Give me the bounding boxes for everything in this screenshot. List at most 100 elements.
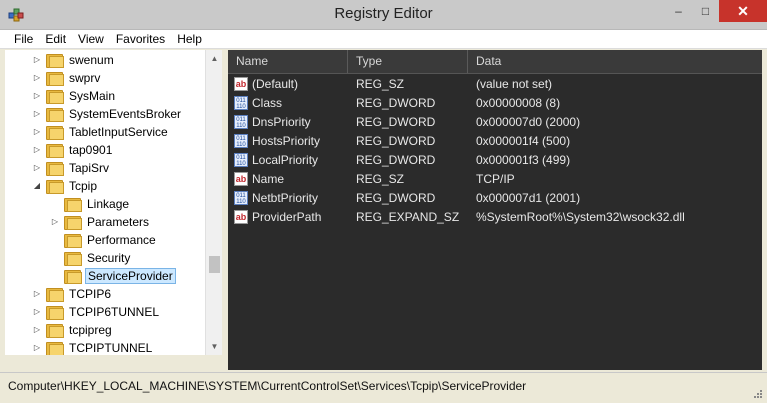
close-button[interactable]: ✕ — [719, 0, 767, 22]
value-data: 0x000001f4 (500) — [476, 134, 571, 148]
minimize-button[interactable]: – — [665, 0, 692, 22]
value-row[interactable]: 011 110 LocalPriority REG_DWORD 0x000001f3 … — [228, 151, 762, 170]
tree-item-sysmain[interactable]: ▷ SysMain — [32, 87, 117, 105]
menu-file[interactable]: File — [8, 30, 39, 48]
expand-arrow-icon[interactable]: ▷ — [32, 145, 42, 155]
tree-item-linkage[interactable]: Linkage — [50, 195, 131, 213]
tree-item-tabletinputservice[interactable]: ▷ TabletInputService — [32, 123, 170, 141]
value-name: Name — [252, 172, 285, 186]
value-name: HostsPriority — [252, 134, 321, 148]
expand-arrow-icon[interactable]: ▷ — [50, 217, 60, 227]
tree-item-label: TapiSrv — [69, 161, 110, 175]
value-row[interactable]: 011 110 HostsPriority REG_DWORD 0x000001f4 … — [228, 132, 762, 151]
folder-icon — [64, 233, 82, 248]
tree-item-tcpip6[interactable]: ▷ TCPIP6 — [32, 285, 113, 303]
menu-edit[interactable]: Edit — [39, 30, 72, 48]
value-type: REG_DWORD — [356, 191, 436, 205]
expand-arrow-icon[interactable]: ▷ — [32, 55, 42, 65]
menu-favorites[interactable]: Favorites — [110, 30, 171, 48]
value-row[interactable]: ab Name REG_SZ TCP/IP — [228, 170, 762, 189]
expand-arrow-icon[interactable] — [50, 253, 60, 263]
folder-icon — [46, 71, 64, 86]
tree-item-label: tcpipreg — [69, 323, 112, 337]
scroll-up-icon[interactable]: ▲ — [206, 50, 223, 67]
folder-icon — [64, 215, 82, 230]
tree-item-label: TCPIP6 — [69, 287, 112, 301]
list-header: Name Type Data — [228, 50, 762, 74]
dword-value-icon: 011 110 — [234, 153, 248, 167]
tree-item-systemeventsbroker[interactable]: ▷ SystemEventsBroker — [32, 105, 183, 123]
tree-item-label: TCPIP6TUNNEL — [69, 305, 160, 319]
tree-item-label: TabletInputService — [69, 125, 168, 139]
expand-arrow-icon[interactable] — [50, 271, 60, 281]
tree-item-performance[interactable]: Performance — [50, 231, 158, 249]
tree-item-tcpip[interactable]: ◢ Tcpip — [32, 177, 99, 195]
tree-item-tcpip6tunnel[interactable]: ▷ TCPIP6TUNNEL — [32, 303, 161, 321]
registry-key-tree[interactable]: ▷ swenum ▷ swprv ▷ SysMain ▷ SystemEventsBroker… — [5, 50, 222, 355]
values-list[interactable]: Name Type Data ab (Default) REG_SZ (value n… — [228, 50, 762, 370]
value-row[interactable]: ab ProviderPath REG_EXPAND_SZ %SystemRoot%\… — [228, 208, 762, 227]
tree-scrollbar[interactable]: ▲ ▼ — [205, 50, 223, 355]
value-name: (Default) — [252, 77, 299, 91]
expand-arrow-icon[interactable]: ▷ — [32, 289, 42, 299]
value-type: REG_SZ — [356, 77, 405, 91]
value-row[interactable]: 011 110 DnsPriority REG_DWORD 0x000007d0 (2… — [228, 113, 762, 132]
value-type: REG_EXPAND_SZ — [356, 210, 460, 224]
value-data: 0x000007d0 (2000) — [476, 115, 581, 129]
dword-value-icon: 011 110 — [234, 115, 248, 129]
expand-arrow-icon[interactable]: ▷ — [32, 91, 42, 101]
tree-item-label: TCPIPTUNNEL — [69, 341, 153, 355]
tree-item-tapisrv[interactable]: ▷ TapiSrv — [32, 159, 111, 177]
expand-arrow-icon[interactable] — [50, 235, 60, 245]
value-row[interactable]: ab (Default) REG_SZ (value not set) — [228, 75, 762, 94]
dword-value-icon: 011 110 — [234, 96, 248, 110]
expand-arrow-icon[interactable]: ▷ — [32, 109, 42, 119]
string-value-icon: ab — [234, 172, 248, 186]
column-header-data[interactable]: Data — [468, 50, 762, 73]
value-data: 0x00000008 (8) — [476, 96, 561, 110]
scroll-down-icon[interactable]: ▼ — [206, 338, 223, 355]
expand-arrow-icon[interactable]: ▷ — [32, 163, 42, 173]
tree-item-serviceprovider[interactable]: ServiceProvider — [50, 267, 176, 285]
value-data: TCP/IP — [476, 172, 515, 186]
tree-item-parameters[interactable]: ▷ Parameters — [50, 213, 151, 231]
value-data: 0x000001f3 (499) — [476, 153, 571, 167]
expand-arrow-icon[interactable] — [50, 199, 60, 209]
menu-help[interactable]: Help — [171, 30, 208, 48]
expand-arrow-icon[interactable]: ▷ — [32, 127, 42, 137]
value-type: REG_DWORD — [356, 115, 436, 129]
tree-item-tcpipreg[interactable]: ▷ tcpipreg — [32, 321, 114, 339]
tree-item-tap0901[interactable]: ▷ tap0901 — [32, 141, 114, 159]
tree-item-label: SysMain — [69, 89, 116, 103]
menu-view[interactable]: View — [72, 30, 110, 48]
value-row[interactable]: 011 110 NetbtPriority REG_DWORD 0x000007d1 … — [228, 189, 762, 208]
expand-arrow-icon[interactable]: ▷ — [32, 73, 42, 83]
expand-arrow-icon[interactable]: ▷ — [32, 325, 42, 335]
expand-arrow-icon[interactable]: ◢ — [32, 181, 42, 191]
maximize-button[interactable]: □ — [692, 0, 719, 22]
value-data: %SystemRoot%\System32\wsock32.dll — [476, 210, 685, 224]
value-type: REG_DWORD — [356, 96, 436, 110]
tree-item-swenum[interactable]: ▷ swenum — [32, 51, 116, 69]
value-name: DnsPriority — [252, 115, 311, 129]
expand-arrow-icon[interactable]: ▷ — [32, 307, 42, 317]
resize-grip-icon[interactable] — [753, 389, 763, 399]
tree-item-swprv[interactable]: ▷ swprv — [32, 69, 102, 87]
folder-icon — [46, 53, 64, 68]
tree-item-security[interactable]: Security — [50, 249, 132, 267]
value-name: Class — [252, 96, 283, 110]
column-header-name[interactable]: Name — [228, 50, 348, 73]
folder-icon — [46, 89, 64, 104]
column-header-type[interactable]: Type — [348, 50, 468, 73]
menu-bar: File Edit View Favorites Help — [0, 30, 767, 49]
tree-item-label: Tcpip — [69, 179, 98, 193]
expand-arrow-icon[interactable]: ▷ — [32, 343, 42, 353]
value-row[interactable]: 011 110 Class REG_DWORD 0x00000008 (8) — [228, 94, 762, 113]
value-type: REG_DWORD — [356, 153, 436, 167]
folder-icon — [64, 269, 82, 284]
string-value-icon: ab — [234, 210, 248, 224]
folder-icon — [46, 125, 64, 140]
folder-icon — [46, 161, 64, 176]
scroll-thumb[interactable] — [209, 256, 220, 273]
tree-item-tcpiptunnel[interactable]: ▷ TCPIPTUNNEL — [32, 339, 154, 355]
